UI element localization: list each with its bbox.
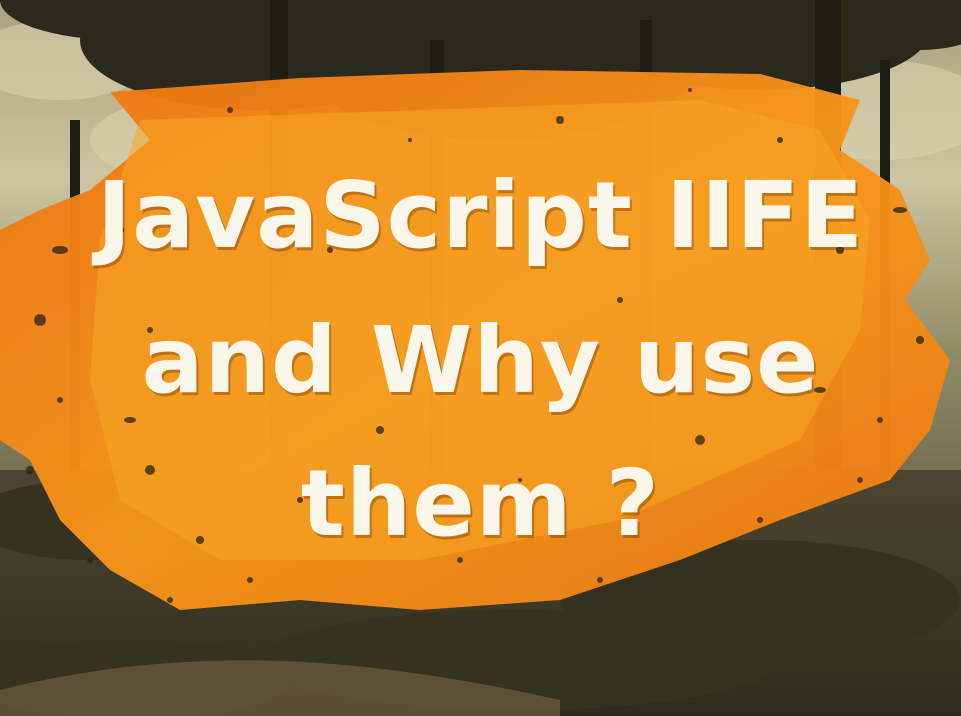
- headline-line-2: and Why use: [141, 307, 820, 414]
- banner-image: JavaScript IIFE and Why use them ?: [0, 0, 961, 716]
- headline-line-1: JavaScript IIFE: [96, 162, 865, 269]
- headline-line-3: them ?: [300, 450, 661, 557]
